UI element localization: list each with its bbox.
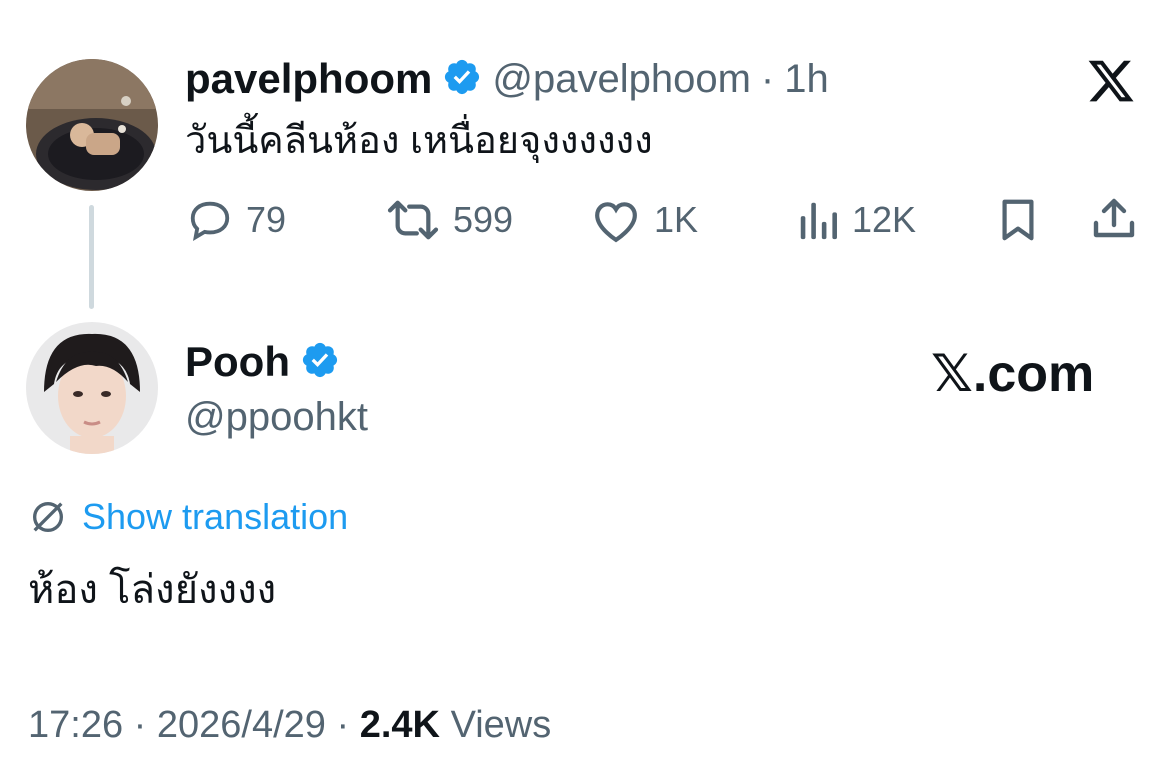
- verified-badge-icon: [300, 340, 340, 385]
- x-com-watermark: 𝕏.com: [931, 345, 1095, 403]
- time-ago[interactable]: 1h: [784, 55, 829, 103]
- display-name[interactable]: pavelphoom: [185, 55, 432, 103]
- thread-line: [89, 205, 94, 309]
- views-count: 12K: [852, 199, 917, 240]
- like-action[interactable]: 1K: [590, 197, 698, 243]
- handle[interactable]: @pavelphoom: [492, 55, 751, 103]
- analytics-icon: [800, 202, 837, 240]
- bookmark-icon[interactable]: [996, 197, 1040, 248]
- avatar-pavelphoom[interactable]: [26, 59, 158, 191]
- reply-action[interactable]: 79: [186, 197, 286, 243]
- repost-count: 599: [453, 199, 514, 240]
- show-translation-label[interactable]: Show translation: [82, 496, 348, 538]
- reply-header: Pooh: [185, 338, 340, 386]
- post-time[interactable]: 17:26: [28, 704, 123, 746]
- views-label: Views: [450, 704, 552, 746]
- separator-dot: ·: [336, 704, 350, 746]
- reply-metadata: 17:26 · 2026/4/29 · 2.4K Views: [28, 703, 551, 747]
- share-icon[interactable]: [1090, 195, 1138, 248]
- repost-action[interactable]: 599: [385, 197, 513, 243]
- globe-icon: [33, 502, 63, 532]
- heart-icon: [595, 202, 637, 243]
- post-date[interactable]: 2026/4/29: [157, 704, 326, 746]
- views-action[interactable]: 12K: [796, 197, 916, 243]
- separator-dot: ·: [760, 57, 775, 101]
- x-logo-icon[interactable]: [1086, 56, 1136, 111]
- view-count: 2.4K: [359, 704, 440, 746]
- verified-badge-icon: [442, 57, 482, 102]
- avatar-image: [26, 59, 158, 191]
- reply-count: 79: [246, 199, 287, 240]
- repost-icon: [387, 200, 439, 240]
- original-tweet-header: pavelphoom @pavelphoom · 1h: [185, 55, 829, 103]
- separator-dot: ·: [133, 704, 147, 746]
- show-translation-link[interactable]: Show translation: [28, 496, 348, 538]
- original-tweet-text: วันนี้คลีนห้อง เหนื่อยจุงงงงงง: [185, 120, 653, 162]
- like-count: 1K: [654, 199, 699, 240]
- handle[interactable]: @ppoohkt: [185, 393, 368, 441]
- reply-text: ห้อง โล่งยังงงง: [28, 568, 277, 612]
- avatar-image: [26, 322, 158, 454]
- reply-icon: [190, 201, 230, 242]
- avatar-pooh[interactable]: [26, 322, 158, 454]
- display-name[interactable]: Pooh: [185, 338, 290, 386]
